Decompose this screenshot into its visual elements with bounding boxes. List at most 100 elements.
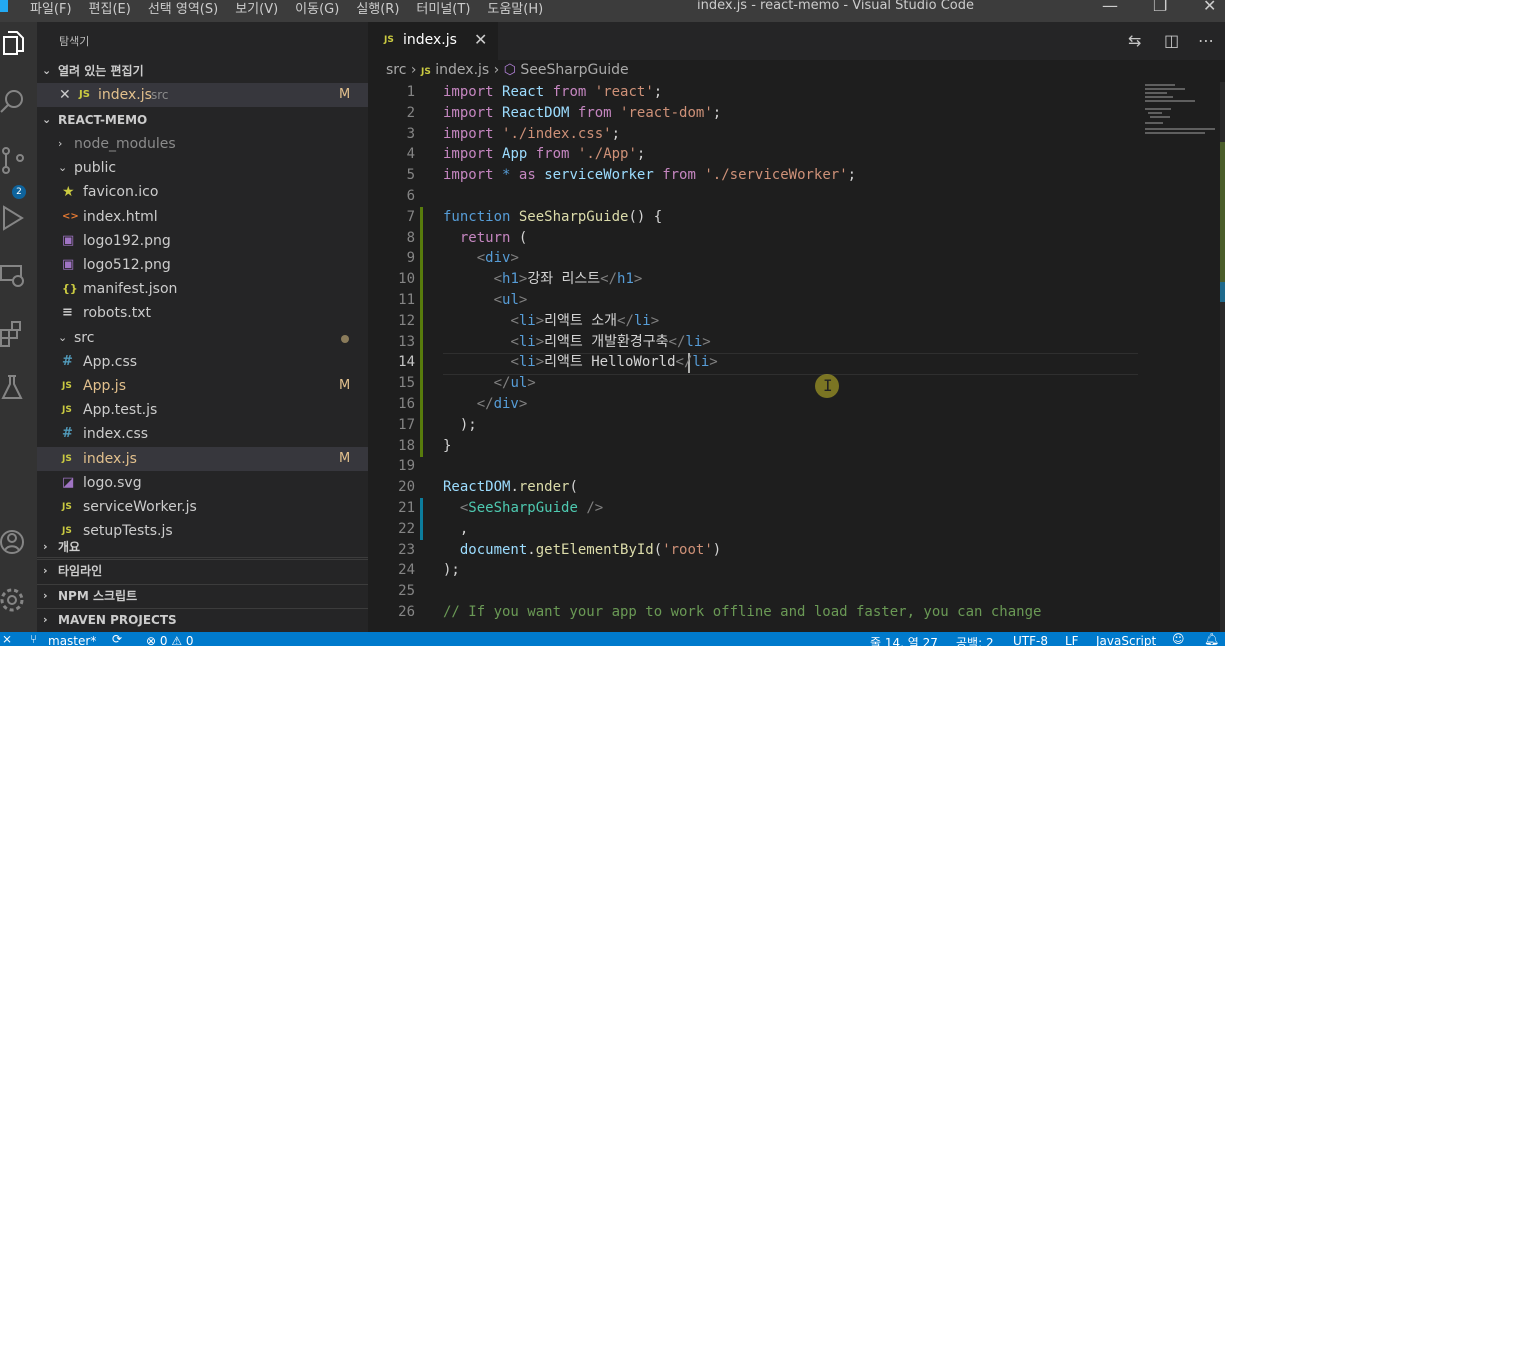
file-item[interactable]: JS serviceWorker.js	[37, 495, 368, 519]
split-editor-icon[interactable]: ◫	[1164, 31, 1179, 50]
section-header[interactable]: › MAVEN PROJECTS	[37, 608, 368, 632]
code-line: import ReactDOM from 'react-dom';	[443, 104, 722, 121]
section-divider	[37, 583, 368, 585]
code-line: </ul>	[493, 375, 536, 392]
section-header[interactable]: › 개요	[37, 535, 368, 559]
close-window-icon[interactable]: ✕	[1203, 0, 1216, 15]
file-name: favicon.ico	[83, 184, 159, 201]
file-item[interactable]: ◪ logo.svg	[37, 471, 368, 495]
open-editor-item[interactable]: ✕ JS index.js src M	[37, 83, 368, 107]
open-editors-header[interactable]: ⌄ 열려 있는 편집기	[37, 59, 368, 83]
line-number: 17	[398, 416, 415, 433]
menu-item[interactable]: 실행(R)	[356, 0, 399, 17]
notifications-bell-icon[interactable]: 🔔︎	[1204, 632, 1219, 646]
git-branch[interactable]: master*	[48, 634, 96, 646]
remote-icon[interactable]: ⨯	[2, 632, 12, 646]
testing-icon[interactable]	[0, 374, 30, 404]
feedback-icon[interactable]: ☺	[1172, 632, 1185, 646]
section-divider	[37, 559, 368, 561]
file-item[interactable]: JS index.js M	[37, 446, 368, 471]
file-name: robots.txt	[83, 305, 151, 322]
js-icon: JS	[62, 381, 72, 391]
file-item[interactable]: <> index.html	[37, 205, 368, 229]
code-line: ,	[443, 520, 469, 537]
explorer-icon[interactable]	[2, 30, 32, 60]
menu-item[interactable]: 도움말(H)	[487, 0, 543, 17]
close-tab-icon[interactable]: ✕	[474, 30, 487, 49]
menu-item[interactable]: 이동(G)	[295, 0, 339, 17]
code-editor[interactable]: 1 import React from 'react'; 2 import React…	[368, 82, 1225, 632]
breadcrumb-folder[interactable]: src	[386, 62, 406, 78]
code-line: );	[443, 562, 460, 579]
source-control-icon[interactable]	[0, 146, 30, 176]
json-icon: {}	[62, 282, 78, 296]
code-line: return (	[459, 229, 528, 246]
settings-gear-icon[interactable]	[0, 586, 30, 616]
vertical-scrollbar[interactable]	[1220, 82, 1225, 632]
file-item[interactable]: JS App.test.js	[37, 398, 368, 422]
chevron-down-icon: ⌄	[58, 161, 68, 175]
compare-changes-icon[interactable]: ⇆	[1128, 31, 1141, 50]
cursor-position[interactable]: 줄 14, 열 27	[870, 634, 938, 646]
file-name: App.css	[83, 353, 138, 370]
problems-status[interactable]: ⊗ 0 ⚠ 0	[146, 634, 194, 646]
breadcrumb-file[interactable]: index.js	[435, 62, 489, 78]
line-number: 4	[406, 146, 415, 163]
line-number: 19	[398, 458, 415, 475]
section-label: NPM 스크립트	[58, 588, 138, 603]
menu-item[interactable]: 터미널(T)	[416, 0, 470, 17]
search-icon[interactable]	[0, 88, 30, 118]
indentation[interactable]: 공백: 2	[956, 634, 994, 646]
close-editor-icon[interactable]: ✕	[59, 83, 71, 107]
project-header[interactable]: ⌄ REACT-MEMO	[37, 108, 368, 132]
more-actions-icon[interactable]: ⋯	[1198, 31, 1214, 50]
chevron-right-icon: ›	[410, 62, 421, 78]
file-item[interactable]: ≡ robots.txt	[37, 301, 368, 325]
remote-explorer-icon[interactable]	[0, 262, 30, 292]
line-number: 20	[398, 479, 415, 496]
code-line: import './index.css';	[443, 125, 621, 142]
account-icon[interactable]	[0, 528, 30, 558]
section-header[interactable]: › 타임라인	[37, 559, 368, 583]
section-label: 타임라인	[58, 564, 103, 579]
code-line: function SeeSharpGuide() {	[443, 208, 663, 225]
tab-index-js[interactable]: JS index.js ✕	[368, 22, 498, 60]
section-divider	[37, 607, 368, 609]
menu-item[interactable]: 선택 영역(S)	[148, 0, 218, 17]
folder-item[interactable]: ⌄ public	[37, 156, 368, 180]
breadcrumb-symbol[interactable]: SeeSharpGuide	[520, 62, 628, 78]
file-item[interactable]: # App.css	[37, 350, 368, 374]
image-icon: ▣	[62, 257, 75, 272]
language-mode[interactable]: JavaScript	[1096, 634, 1156, 646]
section-label: MAVEN PROJECTS	[58, 612, 177, 627]
open-editors-label: 열려 있는 편집기	[58, 64, 144, 78]
file-item[interactable]: ▣ logo512.png	[37, 253, 368, 277]
file-item[interactable]: # index.css	[37, 422, 368, 446]
file-item[interactable]: ▣ logo192.png	[37, 229, 368, 253]
folder-item[interactable]: ⌄ src	[37, 326, 368, 350]
code-line: );	[443, 416, 477, 433]
run-debug-icon[interactable]	[0, 204, 30, 234]
code-line: document.getElementById('root')	[459, 541, 722, 558]
file-item[interactable]: ★ favicon.ico	[37, 180, 368, 204]
menu-item[interactable]: 보기(V)	[235, 0, 278, 17]
extensions-icon[interactable]	[0, 320, 30, 350]
section-header[interactable]: › NPM 스크립트	[37, 584, 368, 608]
code-line: // If you want your app to work offline …	[443, 604, 1042, 620]
line-number: 12	[398, 312, 415, 329]
minimize-icon[interactable]: —	[1102, 0, 1118, 15]
folder-item[interactable]: › node_modules	[37, 132, 368, 156]
file-name: App.test.js	[83, 402, 158, 419]
file-item[interactable]: {} manifest.json	[37, 277, 368, 301]
restore-icon[interactable]: ❐	[1153, 0, 1167, 15]
minimap[interactable]	[1140, 82, 1215, 142]
image-icon: ▣	[62, 232, 75, 248]
menu-item[interactable]: 파일(F)	[30, 0, 72, 17]
line-ending[interactable]: LF	[1065, 634, 1079, 646]
sync-icon[interactable]: ⟳	[112, 632, 122, 646]
file-item[interactable]: JS App.js M	[37, 374, 368, 398]
line-number: 26	[398, 604, 415, 620]
encoding[interactable]: UTF-8	[1013, 634, 1048, 646]
menu-item[interactable]: 편집(E)	[89, 0, 131, 17]
chevron-right-icon: ›	[43, 540, 48, 553]
